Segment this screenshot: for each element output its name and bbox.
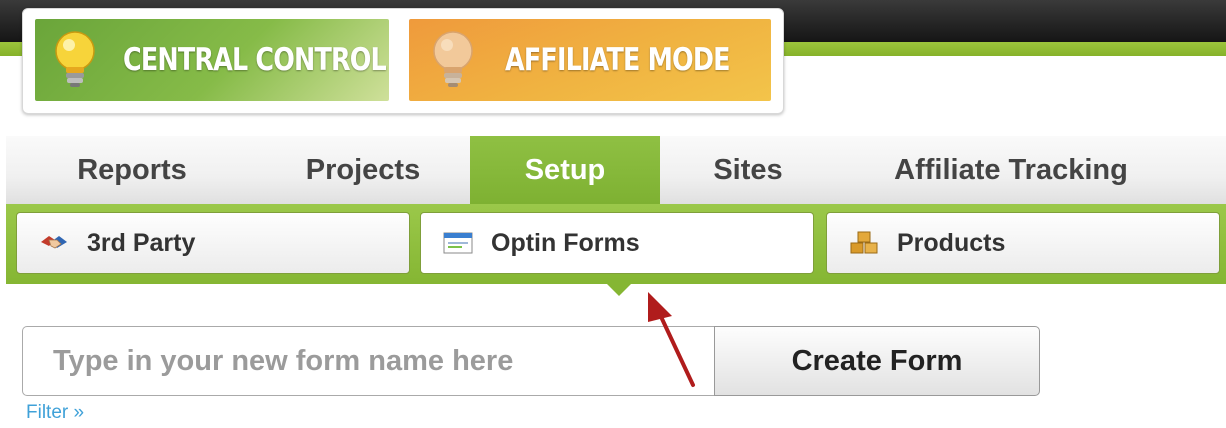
- subnav-label-optin-forms: Optin Forms: [491, 228, 640, 257]
- lightbulb-on-icon: [53, 31, 97, 94]
- central-control-label: CENTRAL CONTROL: [123, 42, 387, 78]
- mode-switcher: CENTRAL CONTROL AFFILIATE MODE: [22, 8, 784, 114]
- tab-projects[interactable]: Projects: [254, 136, 472, 204]
- subnav-label-products: Products: [897, 228, 1006, 257]
- handshake-icon: [39, 232, 69, 254]
- lightbulb-off-icon: [431, 31, 475, 94]
- filter-link[interactable]: Filter »: [26, 402, 84, 424]
- central-control-button[interactable]: CENTRAL CONTROL: [35, 19, 389, 101]
- affiliate-mode-button[interactable]: AFFILIATE MODE: [409, 19, 771, 101]
- tab-sites[interactable]: Sites: [662, 136, 834, 204]
- subnav-label-3rd-party: 3rd Party: [87, 228, 196, 257]
- new-form-name-input[interactable]: [22, 326, 714, 396]
- form-window-icon: [443, 232, 473, 254]
- subnav-item-optin-forms[interactable]: Optin Forms: [420, 212, 814, 274]
- tab-setup[interactable]: Setup: [470, 136, 660, 204]
- subnav-item-3rd-party[interactable]: 3rd Party: [16, 212, 410, 274]
- create-form-button[interactable]: Create Form: [714, 326, 1040, 396]
- sub-nav: 3rd Party Optin Forms Products: [6, 204, 1226, 284]
- active-subnav-pointer: [603, 280, 635, 296]
- tab-reports[interactable]: Reports: [22, 136, 242, 204]
- main-nav: Reports Projects Setup Sites Affiliate T…: [6, 136, 1226, 204]
- affiliate-mode-label: AFFILIATE MODE: [505, 42, 730, 78]
- boxes-icon: [849, 231, 879, 255]
- subnav-item-products[interactable]: Products: [826, 212, 1220, 274]
- tab-affiliate-tracking[interactable]: Affiliate Tracking: [846, 136, 1176, 204]
